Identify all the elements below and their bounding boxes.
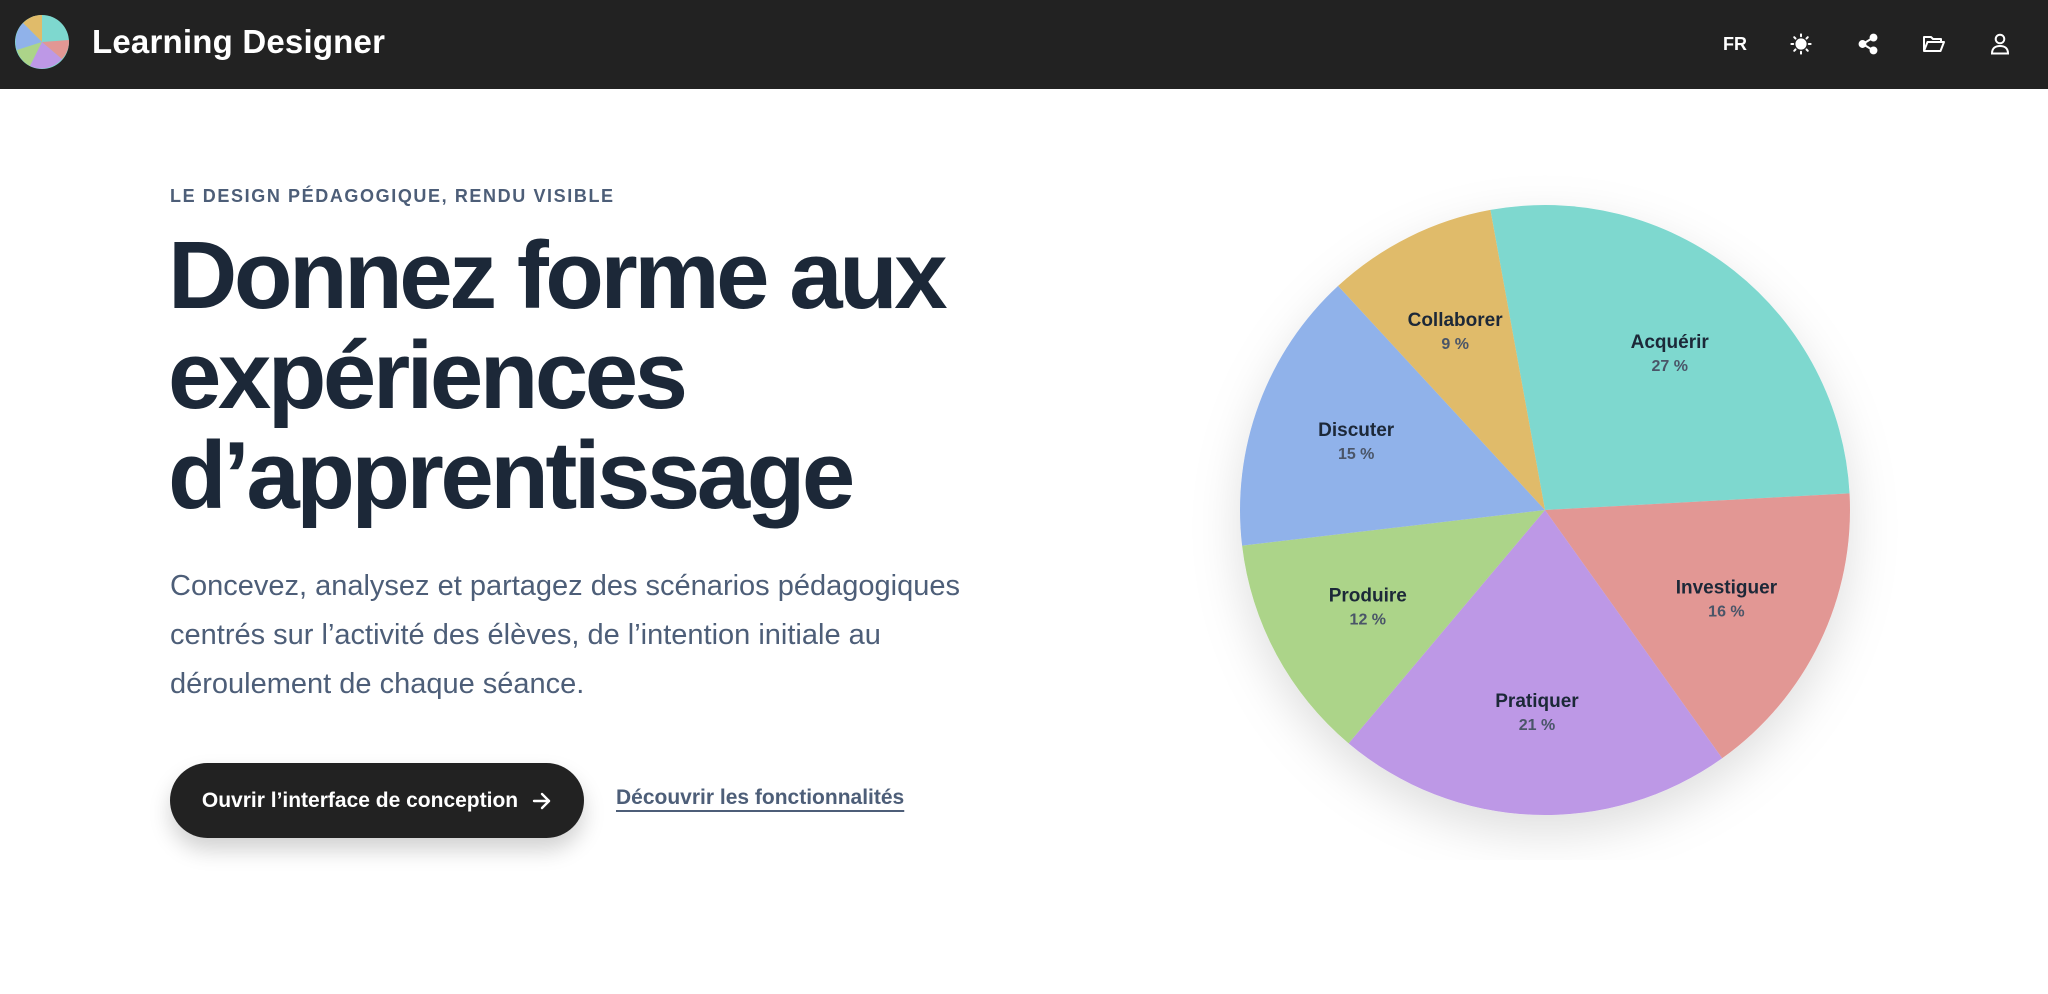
top-navigation-bar: Learning Designer FR [0,0,2048,89]
pie-slice-value: 12 % [1350,611,1386,628]
hero-description-line: déroulement de chaque séance. [170,668,585,700]
app-title[interactable]: Learning Designer [92,20,385,64]
hero-description: Concevez, analysez et partagez des scéna… [170,562,1030,709]
hero-description-line: centrés sur l’activité des élèves, de l’… [170,619,881,651]
pie-slice-value: 9 % [1441,336,1469,353]
user-icon[interactable] [1980,24,2020,64]
pie-slice-value: 21 % [1519,717,1555,734]
discover-features-link[interactable]: Découvrir les fonctionnalités [616,786,904,810]
pie-slice-value: 16 % [1708,603,1744,620]
open-design-interface-button[interactable]: Ouvrir l’interface de conception [170,763,584,838]
pie-slice-value: 15 % [1338,446,1374,463]
folder-open-icon[interactable] [1914,24,1954,64]
hero-title-line: Donnez forme aux [168,222,948,329]
activity-pie-chart: Acquérir 27 % Investiguer 16 % Pratiquer 21 %… [1240,205,1850,815]
pie-slice-label: Collaborer [1408,310,1504,331]
hero-title-line: expériences [168,322,688,429]
pie-slice-label: Investiguer [1676,577,1778,598]
pie-slice-label: Produire [1329,585,1407,606]
arrow-right-icon [532,792,552,810]
hero-title: Donnez forme aux expériences d’apprentis… [168,226,1068,526]
pie-slice-label: Pratiquer [1495,691,1579,712]
hero-title-line: d’apprentissage [168,422,855,529]
pie-slice-value: 27 % [1651,358,1687,375]
hero-description-line: Concevez, analysez et partagez des scéna… [170,570,960,602]
share-icon[interactable] [1848,24,1888,64]
cta-label: Ouvrir l’interface de conception [201,788,519,812]
pie-logo-icon[interactable] [14,14,70,70]
pie-slice-label: Acquérir [1631,332,1710,353]
pie-slice-label: Discuter [1318,420,1395,441]
language-switch-button[interactable]: FR [1715,24,1755,64]
theme-toggle-icon[interactable] [1781,24,1821,64]
hero-eyebrow: LE DESIGN PÉDAGOGIQUE, RENDU VISIBLE [170,186,615,206]
